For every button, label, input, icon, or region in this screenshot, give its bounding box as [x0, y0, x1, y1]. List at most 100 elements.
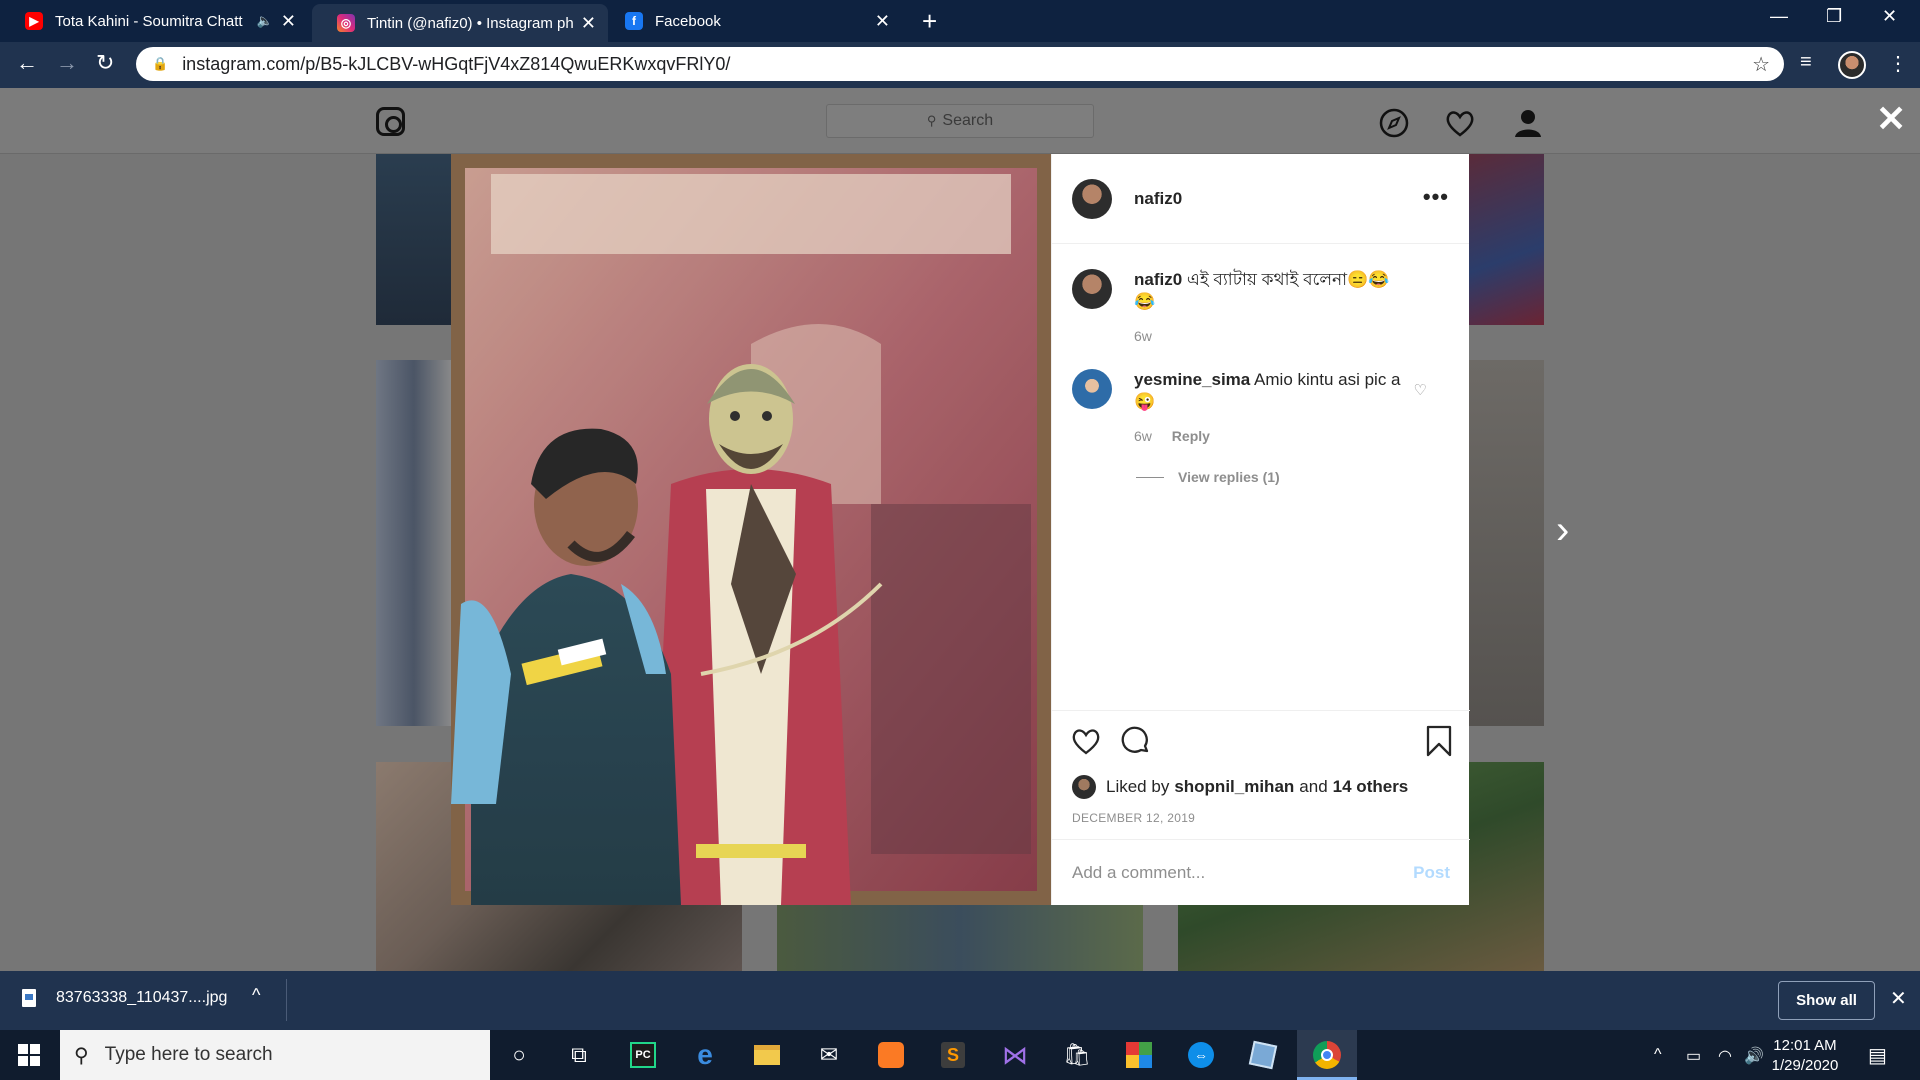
tab-facebook[interactable]: f Facebook ✕ [600, 0, 902, 42]
close-window-icon[interactable]: ✕ [1882, 6, 1897, 27]
photos-app-icon[interactable] [1124, 1040, 1154, 1070]
visual-studio-icon[interactable]: ⋈ [1000, 1040, 1030, 1070]
caption-age[interactable]: 6w [1134, 328, 1152, 344]
system-clock[interactable]: 12:01 AM 1/29/2020 [1770, 1036, 1840, 1076]
download-item[interactable]: 83763338_110437....jpg [22, 989, 227, 1007]
tab-instagram[interactable]: ◎ Tintin (@nafiz0) • Instagram phot ✕ [312, 4, 608, 42]
like-heart-icon[interactable] [1070, 725, 1102, 762]
windows-taskbar: ⚲ Type here to search ○ ⧉ PC e ✉ S ⋈ 🛍 ⇔… [0, 1030, 1920, 1080]
liked-by-and: and [1299, 777, 1328, 796]
post-sidebar: nafiz0 ••• nafiz0 এই ব্যাটায় কথাই বলেনা… [1051, 154, 1470, 905]
comment-age[interactable]: 6w [1134, 428, 1152, 444]
tab-strip: ▶ Tota Kahini - Soumitra Chatt 🔈 ✕ ◎ Tin… [0, 0, 1920, 42]
caption: nafiz0 এই ব্যাটায় কথাই বলেনা😑😂😂 6w [1052, 269, 1469, 347]
close-tab-icon[interactable]: ✕ [581, 13, 596, 34]
avatar[interactable] [1072, 369, 1112, 409]
grid-photo[interactable] [1469, 154, 1544, 325]
chrome-taskbar-button[interactable] [1297, 1030, 1357, 1080]
show-hidden-icons-chevron-icon[interactable]: ^ [1654, 1046, 1662, 1064]
activity-heart-icon[interactable] [1444, 107, 1476, 146]
post-comment-button[interactable]: Post [1413, 863, 1450, 883]
grid-photo[interactable] [1469, 360, 1544, 726]
sublime-text-icon[interactable]: S [938, 1040, 968, 1070]
xampp-icon[interactable] [876, 1040, 906, 1070]
comment-input[interactable]: Add a comment... Post [1052, 839, 1470, 906]
restore-icon[interactable]: ❐ [1826, 6, 1842, 27]
search-input[interactable]: ⚲ Search [826, 104, 1094, 138]
post-date[interactable]: DECEMBER 12, 2019 [1072, 811, 1195, 825]
caption-username[interactable]: nafiz0 [1134, 270, 1182, 289]
minimize-icon[interactable]: — [1770, 6, 1788, 27]
store-icon[interactable]: 🛍 [1062, 1040, 1092, 1070]
new-tab-button[interactable]: + [922, 6, 937, 37]
next-post-chevron-icon[interactable]: › [1556, 508, 1569, 553]
avatar [1072, 775, 1096, 799]
comment-bubble-icon[interactable] [1120, 725, 1152, 762]
grid-photo[interactable] [376, 360, 452, 726]
cortana-icon[interactable]: ○ [504, 1040, 534, 1070]
post-actions: Liked by shopnil_mihan and 14 others DEC… [1052, 710, 1470, 905]
taskbar-search-placeholder: Type here to search [104, 1044, 273, 1065]
liked-by-others[interactable]: 14 others [1333, 777, 1409, 797]
liked-by-prefix: Liked by [1106, 777, 1170, 796]
tab-title: Facebook [655, 12, 721, 30]
post-photo[interactable] [451, 154, 1051, 905]
virtualbox-icon[interactable] [1248, 1040, 1278, 1070]
url-text: instagram.com/p/B5-kJLCBV-wHGqtFjV4xZ814… [182, 53, 731, 74]
battery-icon[interactable]: ▭ [1686, 1046, 1701, 1066]
comment-username[interactable]: yesmine_sima [1134, 370, 1250, 389]
pycharm-icon[interactable]: PC [628, 1040, 658, 1070]
image-file-icon [22, 989, 36, 1007]
clock-date: 1/29/2020 [1771, 1057, 1839, 1074]
show-all-button[interactable]: Show all [1778, 981, 1875, 1020]
chevron-up-icon[interactable]: ^ [252, 985, 260, 1006]
like-comment-heart-icon[interactable]: ♡ [1414, 381, 1427, 399]
task-view-icon[interactable]: ⧉ [564, 1040, 594, 1070]
profile-icon[interactable] [1512, 107, 1544, 146]
wifi-icon[interactable]: ◠ [1718, 1046, 1732, 1066]
close-modal-icon[interactable]: ✕ [1876, 98, 1906, 140]
close-shelf-icon[interactable]: ✕ [1890, 986, 1907, 1011]
media-control-icon[interactable]: ≡ [1800, 51, 1812, 74]
mail-icon[interactable]: ✉ [814, 1040, 844, 1070]
reload-icon[interactable]: ↻ [96, 50, 114, 76]
grid-photo[interactable] [376, 154, 452, 325]
volume-icon[interactable]: 🔊 [1744, 1046, 1764, 1066]
facebook-icon: f [625, 12, 643, 30]
explore-compass-icon[interactable] [1378, 107, 1410, 146]
avatar[interactable] [1072, 178, 1112, 219]
speaker-icon[interactable]: 🔈 [257, 13, 273, 29]
clock-time: 12:01 AM [1773, 1037, 1837, 1054]
back-icon[interactable]: ← [16, 50, 38, 76]
profile-avatar[interactable] [1838, 51, 1866, 79]
avatar[interactable] [1072, 269, 1112, 309]
taskbar-search-input[interactable]: ⚲ Type here to search [60, 1030, 490, 1080]
more-options-icon[interactable]: ••• [1423, 184, 1449, 210]
search-placeholder: Search [942, 112, 994, 129]
grid-photo[interactable] [777, 905, 1143, 971]
instagram-logo-icon[interactable] [376, 107, 405, 136]
view-replies-button[interactable]: View replies (1) [1136, 469, 1469, 485]
forward-icon[interactable]: → [56, 50, 78, 76]
post-modal: nafiz0 ••• nafiz0 এই ব্যাটায় কথাই বলেনা… [451, 154, 1470, 905]
bookmark-icon[interactable] [1424, 725, 1454, 762]
teamviewer-icon[interactable]: ⇔ [1186, 1040, 1216, 1070]
close-tab-icon[interactable]: ✕ [875, 11, 890, 32]
file-explorer-icon[interactable] [752, 1040, 782, 1070]
windows-start-icon[interactable] [18, 1044, 40, 1066]
liked-by: Liked by shopnil_mihan and 14 others [1072, 775, 1408, 799]
chrome-icon-center [1321, 1049, 1333, 1061]
tab-youtube[interactable]: ▶ Tota Kahini - Soumitra Chatt 🔈 ✕ [0, 0, 308, 42]
reply-button[interactable]: Reply [1172, 428, 1210, 444]
notification-center-icon[interactable]: ▤ [1868, 1043, 1887, 1068]
address-bar[interactable]: 🔒 instagram.com/p/B5-kJLCBV-wHGqtFjV4xZ8… [136, 47, 1784, 81]
bookmark-star-icon[interactable]: ☆ [1752, 52, 1770, 77]
lock-icon[interactable]: 🔒 [152, 56, 168, 72]
liked-by-user[interactable]: shopnil_mihan [1174, 777, 1294, 797]
menu-dots-icon[interactable]: ⋮ [1888, 51, 1908, 76]
divider [1136, 476, 1164, 478]
browser-toolbar: ← → ↻ 🔒 instagram.com/p/B5-kJLCBV-wHGqtF… [0, 42, 1920, 88]
post-owner-username[interactable]: nafiz0 [1134, 189, 1182, 209]
edge-icon[interactable]: e [690, 1039, 720, 1070]
close-tab-icon[interactable]: ✕ [281, 11, 296, 32]
